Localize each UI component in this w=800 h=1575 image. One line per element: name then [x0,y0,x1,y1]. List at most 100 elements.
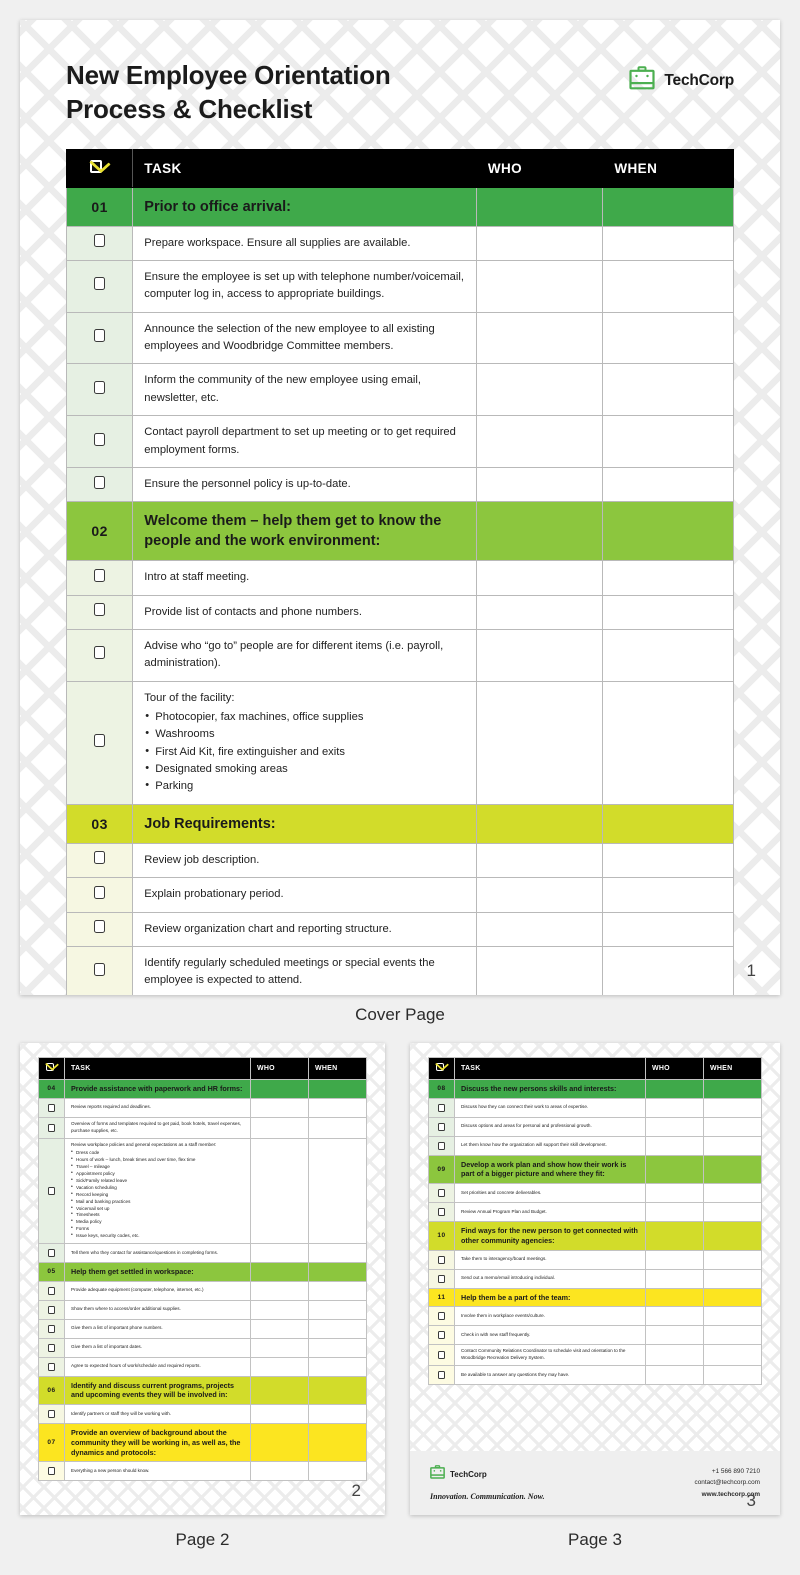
when-cell[interactable] [602,259,734,313]
checkbox-cell[interactable] [65,259,134,313]
section-who-cell[interactable] [475,803,604,844]
section-when-cell[interactable] [703,1221,762,1251]
section-when-cell[interactable] [602,186,734,227]
section-who-cell[interactable] [475,501,604,562]
checkbox-icon[interactable] [438,1208,445,1217]
who-cell[interactable] [475,877,604,913]
checkbox-cell[interactable] [428,1202,455,1223]
when-cell[interactable] [703,1202,762,1223]
checkbox-icon[interactable] [438,1351,445,1360]
when-cell[interactable] [308,1299,367,1320]
when-cell[interactable] [602,363,734,417]
section-who-cell[interactable] [645,1154,704,1185]
who-cell[interactable] [475,311,604,365]
checkbox-icon[interactable] [48,1410,55,1419]
when-cell[interactable] [602,877,734,913]
checkbox-icon[interactable] [48,1123,55,1132]
checkbox-cell[interactable] [38,1318,65,1339]
section-when-cell[interactable] [308,1261,367,1282]
when-cell[interactable] [602,842,734,879]
who-cell[interactable] [250,1242,309,1263]
who-cell[interactable] [645,1344,704,1367]
when-cell[interactable] [703,1097,762,1118]
section-when-cell[interactable] [703,1154,762,1185]
checkbox-icon[interactable] [94,885,106,899]
checkbox-icon[interactable] [438,1122,445,1131]
checkbox-icon[interactable] [438,1331,445,1340]
section-when-cell[interactable] [308,1375,367,1406]
when-cell[interactable] [703,1249,762,1270]
section-who-cell[interactable] [645,1079,704,1099]
who-cell[interactable] [250,1137,309,1244]
checkbox-icon[interactable] [94,851,106,865]
checkbox-cell[interactable] [38,1337,65,1358]
who-cell[interactable] [250,1280,309,1301]
when-cell[interactable] [602,945,734,995]
section-when-cell[interactable] [308,1423,367,1463]
checkbox-cell[interactable] [428,1268,455,1289]
checkbox-cell[interactable] [428,1306,455,1327]
checkbox-icon[interactable] [438,1274,445,1283]
checkbox-icon[interactable] [438,1141,445,1150]
checkbox-cell[interactable] [65,466,134,503]
section-when-cell[interactable] [602,803,734,844]
checkbox-cell[interactable] [65,363,134,417]
when-cell[interactable] [602,415,734,468]
when-cell[interactable] [308,1097,367,1118]
checkbox-icon[interactable] [438,1312,445,1321]
checkbox-cell[interactable] [428,1135,455,1156]
who-cell[interactable] [645,1306,704,1327]
section-who-cell[interactable] [250,1375,309,1406]
who-cell[interactable] [645,1116,704,1137]
checkbox-cell[interactable] [65,594,134,630]
checkbox-icon[interactable] [94,603,106,617]
who-cell[interactable] [475,560,604,596]
section-who-cell[interactable] [645,1287,704,1308]
checkbox-cell[interactable] [38,1116,65,1139]
section-when-cell[interactable] [703,1287,762,1308]
section-when-cell[interactable] [602,501,734,562]
who-cell[interactable] [250,1461,309,1482]
when-cell[interactable] [703,1365,762,1386]
checkbox-icon[interactable] [438,1189,445,1198]
checkbox-cell[interactable] [65,842,134,879]
who-cell[interactable] [250,1097,309,1118]
who-cell[interactable] [645,1183,704,1204]
who-cell[interactable] [645,1135,704,1156]
section-when-cell[interactable] [308,1079,367,1099]
checkbox-icon[interactable] [48,1103,55,1112]
who-cell[interactable] [645,1097,704,1118]
when-cell[interactable] [703,1183,762,1204]
who-cell[interactable] [250,1337,309,1358]
checkbox-cell[interactable] [65,945,134,995]
who-cell[interactable] [250,1404,309,1425]
checkbox-icon[interactable] [94,568,106,582]
who-cell[interactable] [475,911,604,947]
checkbox-cell[interactable] [38,1242,65,1263]
checkbox-icon[interactable] [438,1371,445,1380]
checkbox-icon[interactable] [94,733,106,747]
checkbox-icon[interactable] [48,1248,55,1257]
who-cell[interactable] [475,466,604,503]
when-cell[interactable] [703,1306,762,1327]
checkbox-icon[interactable] [48,1467,55,1476]
checkbox-icon[interactable] [48,1324,55,1333]
who-cell[interactable] [645,1268,704,1289]
who-cell[interactable] [475,594,604,630]
when-cell[interactable] [602,628,734,682]
who-cell[interactable] [475,628,604,682]
section-who-cell[interactable] [250,1423,309,1463]
checkbox-cell[interactable] [428,1344,455,1367]
who-cell[interactable] [475,225,604,261]
who-cell[interactable] [475,259,604,313]
section-who-cell[interactable] [645,1221,704,1251]
section-who-cell[interactable] [475,186,604,227]
who-cell[interactable] [475,363,604,417]
who-cell[interactable] [250,1116,309,1139]
checkbox-cell[interactable] [65,680,134,805]
checkbox-cell[interactable] [428,1116,455,1137]
when-cell[interactable] [308,1242,367,1263]
checkbox-icon[interactable] [438,1103,445,1112]
checkbox-cell[interactable] [428,1249,455,1270]
checkbox-icon[interactable] [94,646,106,660]
